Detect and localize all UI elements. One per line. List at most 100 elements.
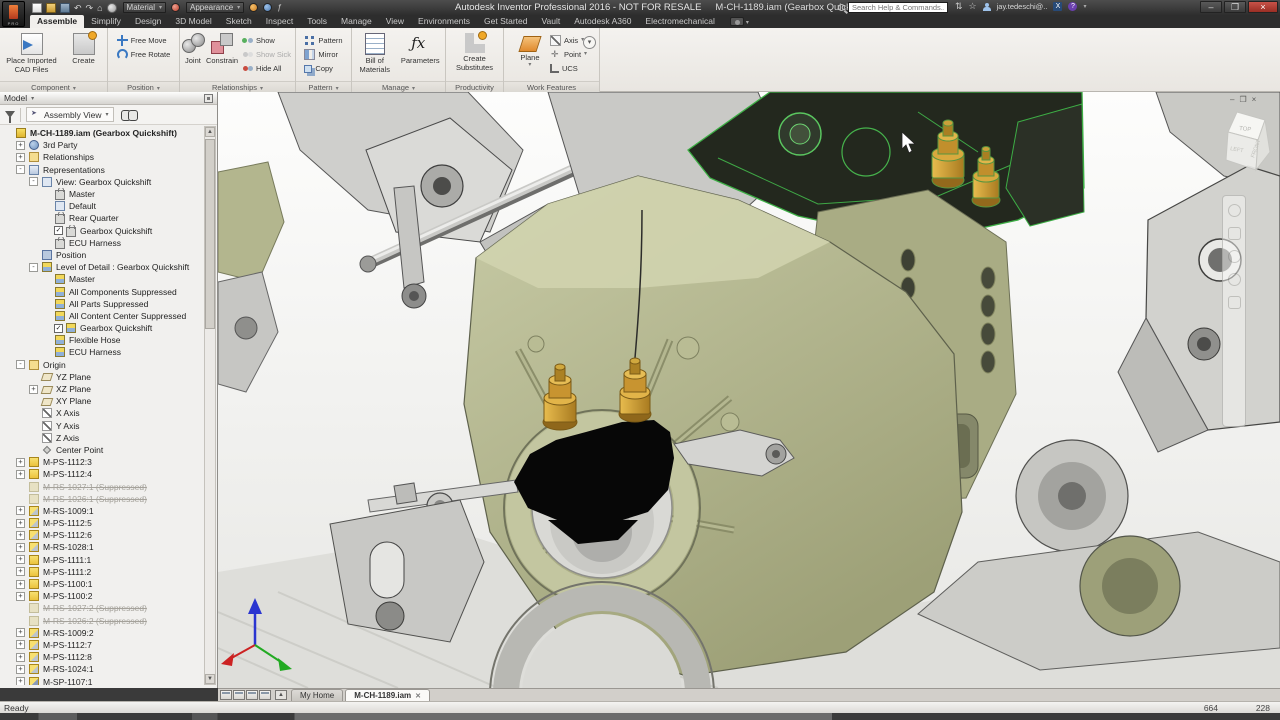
ribbon-tab-manage[interactable]: Manage — [334, 15, 379, 28]
panel-menu-pattern[interactable]: Pattern▾ — [296, 81, 351, 92]
home-icon[interactable]: ⌂ — [97, 3, 102, 13]
ucs-button[interactable]: UCS — [548, 61, 589, 75]
ribbon-tab-tools[interactable]: Tools — [300, 15, 334, 28]
tree-item[interactable]: Y Axis — [0, 420, 203, 432]
tree-item[interactable]: +M-PS-1112:6 — [0, 529, 203, 541]
doc-minimize-icon[interactable]: – — [1230, 95, 1234, 104]
scroll-up-icon[interactable]: ▲ — [205, 127, 215, 137]
doc-close-icon[interactable]: × — [1252, 95, 1257, 104]
ribbon-tab-get-started[interactable]: Get Started — [477, 15, 534, 28]
show-button[interactable]: Show — [240, 33, 293, 47]
tree-item[interactable]: Default — [0, 200, 203, 212]
ribbon-collapse-button[interactable]: ▾ — [583, 36, 596, 49]
tree-item[interactable]: +M-RS-1009:1 — [0, 505, 203, 517]
ribbon-tab-sketch[interactable]: Sketch — [219, 15, 259, 28]
open-file-icon[interactable] — [46, 3, 56, 13]
tile-vertical-icon[interactable] — [246, 690, 258, 700]
material-ball-icon[interactable] — [107, 3, 117, 13]
tree-item[interactable]: Master — [0, 188, 203, 200]
tab-my-home[interactable]: My Home — [291, 689, 343, 701]
autodesk-exchange-icon[interactable]: X — [1053, 2, 1062, 11]
viewport-canvas[interactable]: TOP LEFT FRONT – ❐ × — [218, 92, 1280, 688]
bill-of-materials-button[interactable]: Bill of Materials — [354, 30, 396, 78]
tree-item[interactable]: Rear Quarter — [0, 212, 203, 224]
tree-item[interactable]: -Level of Detail : Gearbox Quickshift — [0, 261, 203, 273]
collapse-icon[interactable]: - — [29, 177, 38, 186]
material-browser-icon[interactable] — [171, 3, 180, 12]
visibility-checkbox[interactable]: ✓ — [54, 226, 63, 235]
ribbon-tab-design[interactable]: Design — [128, 15, 168, 28]
adjust-appearance-icon[interactable] — [263, 3, 272, 12]
material-dropdown[interactable]: Material▾ — [123, 2, 166, 13]
tree-item[interactable]: Z Axis — [0, 432, 203, 444]
view-cube[interactable]: TOP LEFT FRONT — [1226, 112, 1270, 170]
ribbon-tab-environments[interactable]: Environments — [411, 15, 477, 28]
doc-restore-icon[interactable]: ❐ — [1239, 95, 1246, 104]
parameters-quick-icon[interactable]: ƒ — [277, 3, 281, 12]
expand-icon[interactable]: + — [16, 458, 25, 467]
tree-item[interactable]: ECU Harness — [0, 237, 203, 249]
free-rotate-button[interactable]: Free Rotate — [115, 47, 173, 61]
expand-icon[interactable]: + — [16, 141, 25, 150]
collapse-icon[interactable]: - — [29, 263, 38, 272]
navigation-wheel-icon[interactable] — [1228, 204, 1241, 217]
viewcube-top-face[interactable]: TOP — [1239, 126, 1252, 133]
look-at-icon[interactable] — [1228, 296, 1241, 309]
redo-icon[interactable]: ↷ — [86, 3, 94, 13]
tree-item[interactable]: +Relationships — [0, 151, 203, 163]
close-button[interactable]: × — [1248, 1, 1278, 13]
expand-icon[interactable]: + — [16, 543, 25, 552]
user-name[interactable]: jay.tedeschi@.. — [997, 2, 1048, 11]
tile-horizontal-icon[interactable] — [233, 690, 245, 700]
dock-pin-icon[interactable] — [204, 94, 213, 103]
tree-item[interactable]: +3rd Party — [0, 139, 203, 151]
inventor-logo-icon[interactable]: PRO — [2, 1, 25, 27]
tree-item[interactable]: +M-PS-1100:2 — [0, 590, 203, 602]
panel-menu-component[interactable]: Component▾ — [0, 81, 107, 92]
assembly-view-dropdown[interactable]: Assembly View ▾ — [26, 107, 114, 122]
close-tab-icon[interactable]: ✕ — [415, 692, 421, 700]
tree-item[interactable]: ✓Gearbox Quickshift — [0, 322, 203, 334]
show-sick-button[interactable]: Show Sick — [240, 47, 293, 61]
ribbon-tab-simplify[interactable]: Simplify — [84, 15, 128, 28]
favorites-star-icon[interactable]: ☆ — [969, 1, 977, 12]
panel-menu-work-features[interactable]: Work Features — [504, 81, 599, 92]
tree-item[interactable]: X Axis — [0, 407, 203, 419]
switch-windows-icon[interactable] — [259, 690, 271, 700]
orbit-icon[interactable] — [1228, 273, 1241, 286]
user-avatar-icon[interactable] — [983, 3, 991, 11]
tree-item[interactable]: XY Plane — [0, 395, 203, 407]
undo-icon[interactable]: ↶ — [74, 3, 82, 13]
ribbon-tab-assemble[interactable]: Assemble — [30, 15, 84, 28]
tree-item[interactable]: ECU Harness — [0, 346, 203, 358]
ribbon-tab-electromechanical[interactable]: Electromechanical — [638, 15, 721, 28]
panel-menu-manage[interactable]: Manage▾ — [352, 81, 445, 92]
chevron-down-icon[interactable]: ▾ — [746, 19, 749, 26]
expand-icon[interactable]: + — [16, 592, 25, 601]
tree-item[interactable]: -View: Gearbox Quickshift — [0, 176, 203, 188]
create-component-button[interactable]: Create — [63, 30, 105, 78]
tree-item[interactable]: Master — [0, 273, 203, 285]
expand-icon[interactable]: + — [16, 506, 25, 515]
collapse-icon[interactable]: - — [16, 360, 25, 369]
plane-button[interactable]: Plane▾ — [514, 30, 546, 78]
tree-item[interactable]: ✓Gearbox Quickshift — [0, 225, 203, 237]
tree-item[interactable]: +M-PS-1112:5 — [0, 517, 203, 529]
visibility-checkbox[interactable]: ✓ — [54, 324, 63, 333]
scrollbar-thumb[interactable] — [205, 139, 215, 329]
filter-icon[interactable] — [5, 111, 15, 118]
expand-dock-icon[interactable]: ▲ — [275, 690, 287, 700]
point-button[interactable]: Point▾ — [548, 47, 589, 61]
tree-item[interactable]: M-CH-1189.iam (Gearbox Quickshift) — [0, 127, 203, 139]
search-input[interactable] — [848, 2, 948, 13]
help-chevron-icon[interactable]: ▾ — [1083, 3, 1086, 10]
collapse-icon[interactable]: - — [16, 165, 25, 174]
new-file-icon[interactable] — [32, 3, 42, 13]
expand-icon[interactable]: + — [16, 470, 25, 479]
panel-menu-productivity[interactable]: Productivity — [446, 81, 503, 92]
tree-item[interactable]: +M-PS-1112:4 — [0, 468, 203, 480]
tree-item[interactable]: Flexible Hose — [0, 334, 203, 346]
expand-icon[interactable]: + — [16, 665, 25, 674]
tree-item[interactable]: +M-PS-1111:2 — [0, 566, 203, 578]
tree-item[interactable]: +M-PS-1112:8 — [0, 651, 203, 663]
